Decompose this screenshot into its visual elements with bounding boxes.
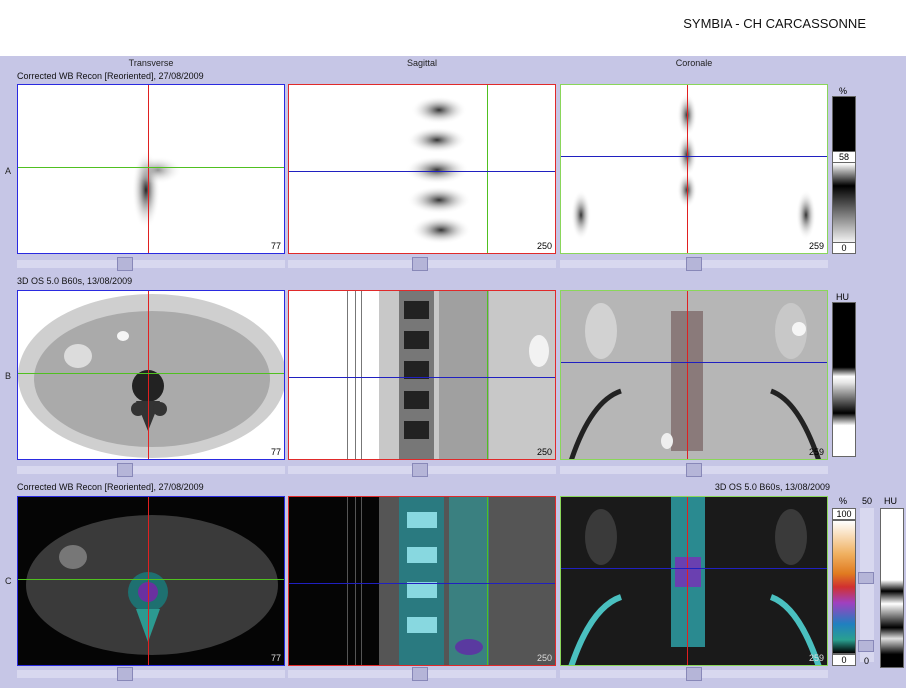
colorbar-c-pet[interactable] xyxy=(832,520,856,654)
ct-sagittal-image xyxy=(347,291,555,459)
slider-thumb[interactable] xyxy=(686,463,702,477)
crosshair-vertical[interactable] xyxy=(487,85,488,253)
pet-transverse-image xyxy=(132,150,182,230)
viewport-b-sagittal[interactable]: 250 xyxy=(288,290,556,460)
slider-thumb[interactable] xyxy=(858,572,874,584)
viewport-c-transverse[interactable]: 77 xyxy=(17,496,285,666)
slice-number: 77 xyxy=(270,241,281,251)
slider-thumb[interactable] xyxy=(117,257,133,271)
viewport-c-sagittal[interactable]: 250 xyxy=(288,496,556,666)
column-title-transverse: Transverse xyxy=(128,58,174,68)
row-c-caption-right: 3D OS 5.0 B60s, 13/08/2009 xyxy=(714,482,830,492)
viewport-b-coronale[interactable]: 259 xyxy=(560,290,828,460)
row-a-letter: A xyxy=(5,166,12,176)
colorbar-c-unit: % xyxy=(839,496,848,506)
crosshair-horizontal[interactable] xyxy=(561,156,827,157)
crosshair-vertical[interactable] xyxy=(148,497,149,665)
colorbar-c-max[interactable]: 100 xyxy=(832,508,856,520)
crosshair-horizontal[interactable] xyxy=(18,579,284,580)
colorbar-b-unit: HU xyxy=(836,292,849,302)
crosshair-horizontal[interactable] xyxy=(289,583,555,584)
crosshair-horizontal[interactable] xyxy=(561,568,827,569)
slice-number: 259 xyxy=(808,653,824,663)
crosshair-horizontal[interactable] xyxy=(561,362,827,363)
slider-b-transverse[interactable] xyxy=(17,463,285,477)
slice-number: 250 xyxy=(536,447,552,457)
crosshair-horizontal[interactable] xyxy=(289,171,555,172)
opacity-slider[interactable] xyxy=(858,508,874,662)
fusion-transverse-image xyxy=(26,515,278,655)
ct-coronal-image xyxy=(569,303,821,459)
site-title: SYMBIA - CH CARCASSONNE xyxy=(683,16,866,31)
crosshair-horizontal[interactable] xyxy=(18,167,284,168)
slice-number: 77 xyxy=(270,653,281,663)
crosshair-vertical[interactable] xyxy=(687,497,688,665)
slider-c-transverse[interactable] xyxy=(17,667,285,681)
row-c-letter: C xyxy=(5,576,12,586)
colorbar-a-value[interactable]: 58 xyxy=(832,151,856,163)
slice-number: 259 xyxy=(808,241,824,251)
column-title-sagittal: Sagittal xyxy=(406,58,438,68)
slider-a-coronale[interactable] xyxy=(560,257,828,271)
viewport-b-transverse[interactable]: 77 xyxy=(17,290,285,460)
row-b-caption: 3D OS 5.0 B60s, 13/08/2009 xyxy=(17,276,133,286)
opacity-min: 0 xyxy=(864,656,870,666)
header: SYMBIA - CH CARCASSONNE xyxy=(0,0,906,56)
crosshair-vertical[interactable] xyxy=(148,85,149,253)
viewport-a-coronale[interactable]: 259 xyxy=(560,84,828,254)
viewport-c-coronale[interactable]: 259 xyxy=(560,496,828,666)
colorbar-b[interactable] xyxy=(832,302,856,457)
row-c-caption-left: Corrected WB Recon [Reoriented], 27/08/2… xyxy=(17,482,204,492)
slider-c-sagittal[interactable] xyxy=(288,667,556,681)
colorbar-c-ct-unit: HU xyxy=(884,496,897,506)
column-title-coronale: Coronale xyxy=(675,58,713,68)
viewport-a-transverse[interactable]: 77 xyxy=(17,84,285,254)
ct-transverse-image xyxy=(18,294,284,458)
slider-thumb[interactable] xyxy=(858,640,874,652)
slider-thumb[interactable] xyxy=(117,463,133,477)
crosshair-vertical[interactable] xyxy=(148,291,149,459)
row-b-letter: B xyxy=(5,371,12,381)
colorbar-a-unit: % xyxy=(839,86,848,96)
fusion-coronal-image xyxy=(568,497,822,665)
slider-a-sagittal[interactable] xyxy=(288,257,556,271)
slider-b-coronale[interactable] xyxy=(560,463,828,477)
crosshair-horizontal[interactable] xyxy=(18,373,284,374)
colorbar-c-ct[interactable] xyxy=(880,508,904,668)
crosshair-vertical[interactable] xyxy=(487,497,488,665)
slider-b-sagittal[interactable] xyxy=(288,463,556,477)
slider-thumb[interactable] xyxy=(686,257,702,271)
pet-coronal-image xyxy=(571,93,816,240)
slice-number: 77 xyxy=(270,447,281,457)
slider-thumb[interactable] xyxy=(412,667,428,681)
colorbar-a-min[interactable]: 0 xyxy=(832,242,856,254)
colorbar-a[interactable] xyxy=(832,96,856,246)
crosshair-horizontal[interactable] xyxy=(289,377,555,378)
colorbar-c-min[interactable]: 0 xyxy=(832,654,856,666)
fusion-sagittal-image xyxy=(347,497,555,665)
viewer-workspace: Transverse Sagittal Coronale Corrected W… xyxy=(0,56,906,688)
pet-sagittal-image xyxy=(405,96,471,244)
opacity-max: 50 xyxy=(862,496,873,506)
viewport-a-sagittal[interactable]: 250 xyxy=(288,84,556,254)
slider-thumb[interactable] xyxy=(117,667,133,681)
slice-number: 250 xyxy=(536,653,552,663)
row-a-caption: Corrected WB Recon [Reoriented], 27/08/2… xyxy=(17,71,204,81)
slider-a-transverse[interactable] xyxy=(17,257,285,271)
crosshair-vertical[interactable] xyxy=(687,291,688,459)
slider-thumb[interactable] xyxy=(412,463,428,477)
slider-thumb[interactable] xyxy=(412,257,428,271)
crosshair-vertical[interactable] xyxy=(487,291,488,459)
crosshair-vertical[interactable] xyxy=(687,85,688,253)
slider-thumb[interactable] xyxy=(686,667,702,681)
slice-number: 250 xyxy=(536,241,552,251)
slice-number: 259 xyxy=(808,447,824,457)
slider-c-coronale[interactable] xyxy=(560,667,828,681)
